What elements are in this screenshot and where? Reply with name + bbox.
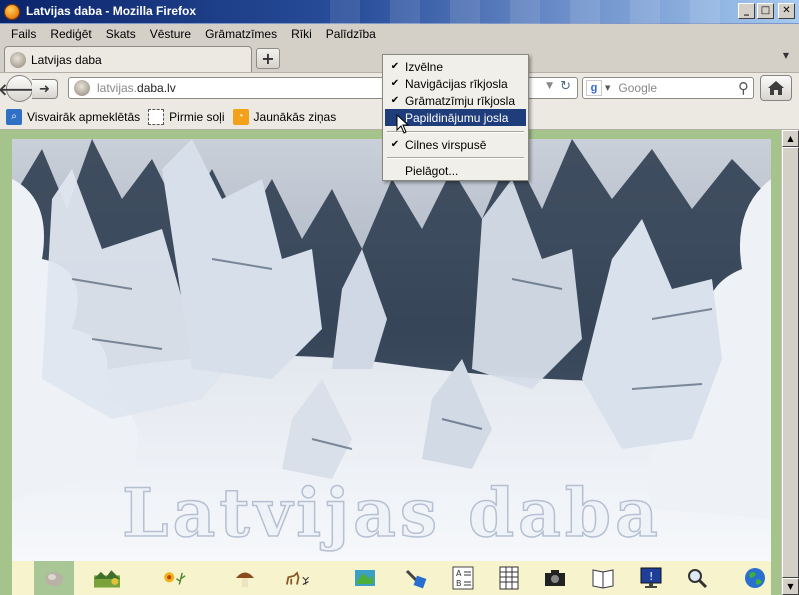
search-placeholder: Google (618, 81, 658, 95)
check-icon: ✔ (390, 139, 400, 150)
site-watermark: Latvijas daba (121, 473, 662, 553)
close-button[interactable]: ✕ (778, 3, 795, 19)
stone-icon[interactable] (34, 561, 74, 595)
menu-bar: Fails Rediģēt Skats Vēsture Grāmatzīmes … (0, 24, 799, 43)
ctx-navigation-toolbar[interactable]: ✔ Navigācijas rīkjosla (385, 75, 526, 92)
home-button[interactable] (760, 75, 792, 101)
bookmark-label: Pirmie soļi (169, 109, 225, 124)
tab-list-chevron-icon[interactable]: ▼ (783, 51, 789, 60)
search-icon: ⌕ (6, 108, 22, 125)
ctx-customize[interactable]: Pielāgot... (385, 162, 526, 179)
magnifier-icon[interactable] (684, 565, 710, 591)
back-button[interactable]: 🡐 (0, 75, 41, 102)
maximize-button[interactable]: □ (757, 3, 774, 19)
menu-file[interactable]: Fails (4, 27, 43, 41)
dashed-page-icon (148, 108, 165, 125)
scroll-down-button[interactable]: ▼ (782, 578, 799, 595)
home-icon (768, 81, 784, 95)
google-engine-icon[interactable]: g (586, 80, 602, 96)
url-text[interactable]: latvijas.daba.lv (97, 81, 176, 95)
reload-icon[interactable]: ↻ (560, 79, 571, 94)
ctx-separator (387, 157, 524, 159)
forward-button[interactable]: ➜ (32, 79, 58, 99)
table-icon[interactable] (496, 565, 522, 591)
ctx-label: Navigācijas rīkjosla (405, 76, 508, 91)
winter-forest-photo: Latvijas daba (12, 139, 771, 561)
ctx-label: Pielāgot... (405, 163, 459, 178)
svg-text:A: A (456, 569, 462, 578)
tab-latvijas-daba[interactable]: Latvijas daba (4, 46, 252, 72)
ctx-tabs-on-top[interactable]: ✔ Cilnes virspusē (385, 136, 526, 153)
scroll-thumb[interactable] (782, 147, 799, 578)
ctx-label: Cilnes virspusē (405, 137, 487, 152)
window-titlebar[interactable]: Latvijas daba - Mozilla Firefox _ □ ✕ (0, 0, 799, 24)
globe-icon[interactable] (742, 565, 768, 591)
check-icon: ✔ (390, 61, 400, 72)
animals-icon[interactable] (284, 565, 310, 591)
ctx-label: Izvēlne (405, 59, 444, 74)
tab-label: Latvijas daba (31, 52, 102, 67)
menu-view[interactable]: Skats (99, 27, 143, 41)
mouse-pointer-icon (396, 114, 410, 134)
page-content: Latvijas daba AB ! (0, 130, 781, 595)
menu-history[interactable]: Vēsture (143, 27, 198, 41)
svg-text:!: ! (649, 570, 653, 583)
flowers-icon[interactable] (162, 565, 188, 591)
menu-edit[interactable]: Rediģēt (43, 27, 98, 41)
ctx-menu-bar[interactable]: ✔ Izvēlne (385, 58, 526, 75)
camera-icon[interactable] (542, 565, 568, 591)
bookmark-label: Visvairāk apmeklētās (27, 109, 141, 124)
book-icon[interactable] (590, 565, 616, 591)
url-history-dropdown-icon[interactable]: ▼ (546, 81, 553, 91)
search-bar[interactable]: g ▼ Google ⚲ (582, 77, 754, 99)
check-icon: ✔ (390, 95, 400, 106)
titlebar-decoration (330, 0, 750, 24)
monitor-icon[interactable]: ! (638, 565, 664, 591)
engine-dropdown-icon[interactable]: ▼ (605, 84, 610, 92)
menu-bookmarks[interactable]: Grāmatzīmes (198, 27, 284, 41)
ctx-bookmarks-toolbar[interactable]: ✔ Grāmatzīmju rīkjosla (385, 92, 526, 109)
scroll-up-button[interactable]: ▲ (782, 130, 799, 147)
tools-icon[interactable] (402, 565, 428, 591)
bookmark-most-visited[interactable]: ⌕ Visvairāk apmeklētās (6, 108, 141, 125)
search-icon[interactable]: ⚲ (738, 79, 749, 97)
mushroom-icon[interactable] (232, 565, 258, 591)
menu-tools[interactable]: Rīki (284, 27, 319, 41)
bookmark-latest-news[interactable]: ◔ Jaunākās ziņas (232, 108, 337, 125)
vertical-scrollbar[interactable]: ▲ ▼ (781, 130, 799, 595)
site-favicon-icon (10, 51, 26, 68)
site-icon-toolbar: AB ! (12, 561, 771, 595)
new-tab-button[interactable]: + (256, 48, 280, 69)
landscape-icon[interactable] (94, 565, 120, 591)
ctx-label: Grāmatzīmju rīkjosla (405, 93, 516, 108)
menu-help[interactable]: Palīdzība (319, 27, 383, 41)
bookmark-getting-started[interactable]: Pirmie soļi (148, 108, 225, 125)
check-icon: ✔ (390, 78, 400, 89)
svg-text:B: B (456, 579, 462, 588)
ctx-label: Papildinājumu josla (405, 110, 509, 125)
bookmark-label: Jaunākās ziņas (253, 109, 337, 124)
alphabet-icon[interactable]: AB (450, 565, 476, 591)
rss-icon: ◔ (232, 108, 249, 125)
map-icon[interactable] (352, 565, 378, 591)
window-title: Latvijas daba - Mozilla Firefox (26, 4, 197, 18)
minimize-button[interactable]: _ (738, 3, 755, 19)
site-identity-icon[interactable] (74, 80, 90, 96)
forward-arrow-icon: ➜ (39, 81, 50, 97)
firefox-icon[interactable] (4, 4, 20, 20)
